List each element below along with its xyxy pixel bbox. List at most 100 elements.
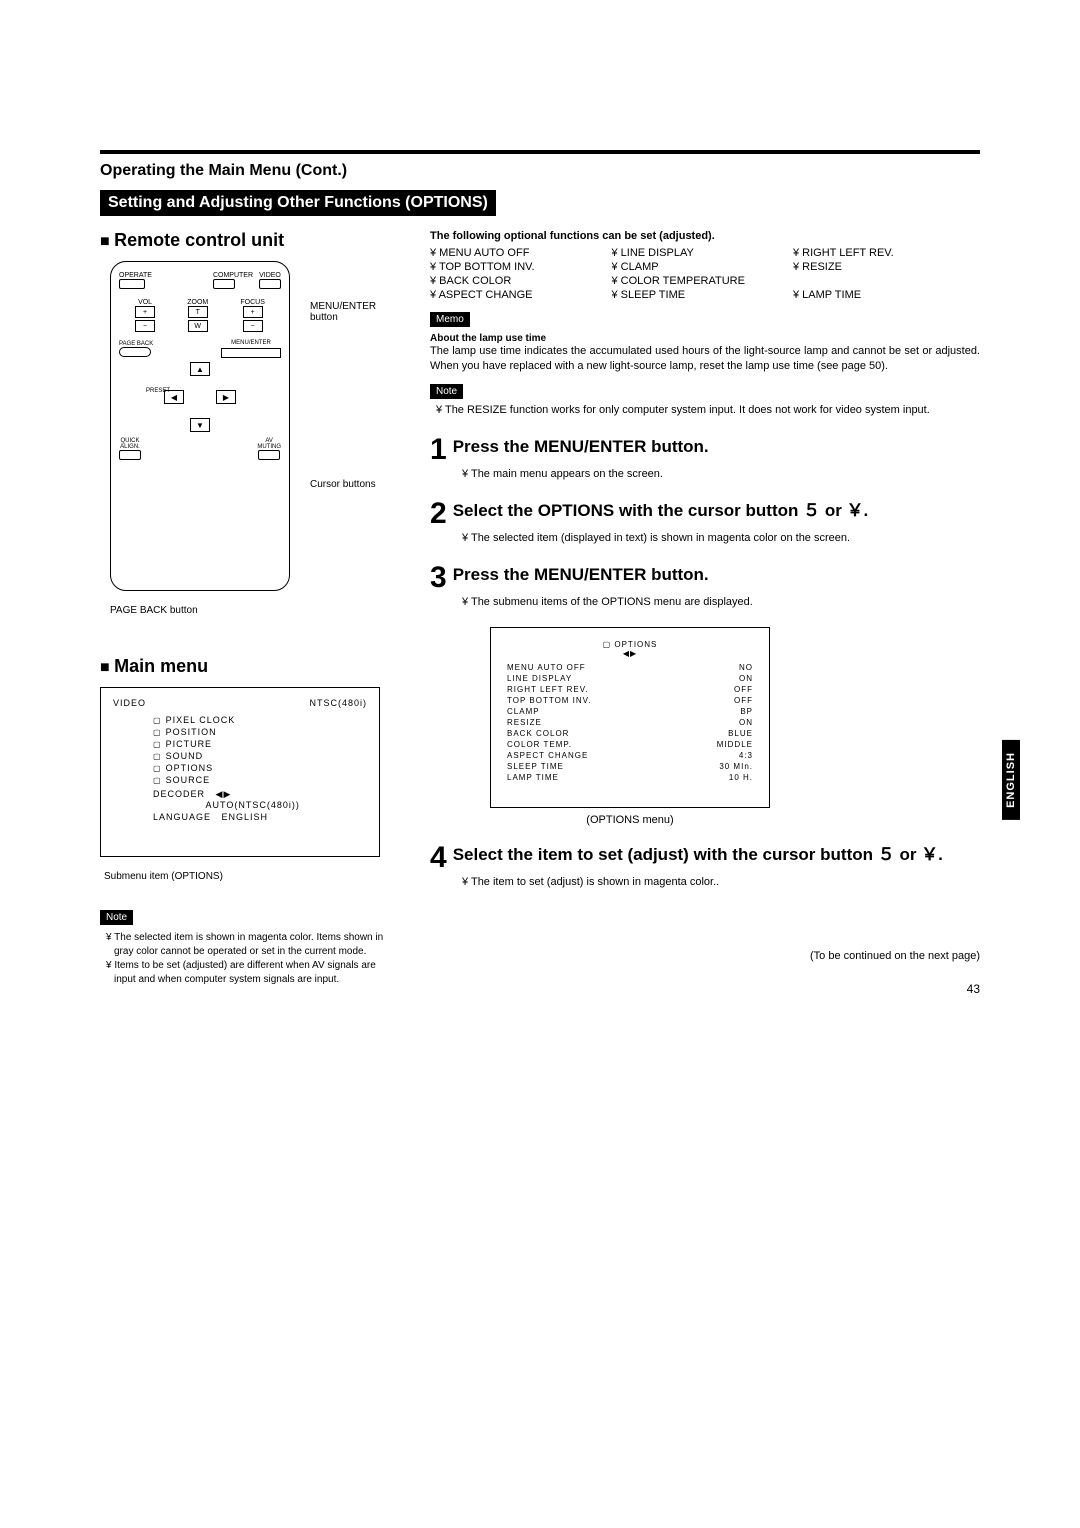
operate-button [119,279,145,289]
step-num-3: 3 [430,564,447,591]
opt: ¥ COLOR TEMPERATURE [612,274,794,288]
vol-minus: − [135,320,155,332]
callout-menu-enter: MENU/ENTERbutton [310,301,376,323]
opt: ¥ ASPECT CHANGE [430,288,612,302]
computer-label: COMPUTER [213,272,253,279]
om-k: LINE DISPLAY [507,674,572,683]
om-k: ASPECT CHANGE [507,751,588,760]
mm-item: POSITION [153,726,367,738]
page-number: 43 [430,982,980,996]
vol-label: VOL [135,299,155,306]
opt: ¥ BACK COLOR [430,274,612,288]
note-tag-left: Note [100,910,133,925]
intro-line: The following optional functions can be … [430,230,980,242]
om-k: SLEEP TIME [507,762,564,771]
om-v: 4:3 [739,751,753,760]
cursor-down: ▼ [190,418,210,432]
step-num-1: 1 [430,436,447,463]
page-banner: Setting and Adjusting Other Functions (O… [100,190,496,216]
section-title: Operating the Main Menu (Cont.) [100,162,980,180]
om-k: CLAMP [507,707,540,716]
zoom-label: ZOOM [187,299,208,306]
video-label: VIDEO [259,272,281,279]
callout-cursor: Cursor buttons [310,479,376,490]
opt: ¥ TOP BOTTOM INV. [430,260,612,274]
av-muting-button [258,450,280,460]
mm-lang-val: ENGLISH [222,812,269,822]
mm-item: SOUND [153,750,367,762]
om-k: MENU AUTO OFF [507,663,586,672]
cursor-dpad: ▲ ▼ ◀ ▶ PRESET [150,362,250,432]
quick-align-label: QUICKALIGN. [119,438,141,450]
om-k: RESIZE [507,718,542,727]
mm-item: PICTURE [153,738,367,750]
opt: ¥ MENU AUTO OFF [430,246,612,260]
mm-decoder-val: AUTO(NTSC(480i)) [206,800,300,810]
zoom-w: W [188,320,208,332]
options-menu-diagram: ▢ OPTIONS◀▶ MENU AUTO OFFNO LINE DISPLAY… [490,627,770,808]
note-tag-right: Note [430,384,463,399]
step-1-body: ¥ The main menu appears on the screen. [462,467,980,482]
memo-body: The lamp use time indicates the accumula… [430,344,980,374]
om-v: ON [739,674,753,683]
mm-ntsc: NTSC(480i) [309,698,367,708]
opt: ¥ RESIZE [793,260,975,274]
av-muting-label: AVMUTING [257,438,281,450]
options-menu-caption: (OPTIONS menu) [490,814,770,826]
mm-decoder-label: DECODER [153,789,205,799]
main-menu-diagram: VIDEO NTSC(480i) PIXEL CLOCK POSITION PI… [100,687,380,857]
om-v: NO [739,663,753,672]
cursor-up: ▲ [190,362,210,376]
page-back-button [119,347,151,357]
om-v: OFF [734,685,753,694]
focus-plus: + [243,306,263,318]
left-note-1: ¥ The selected item is shown in magenta … [100,931,400,959]
remote-heading: ■ Remote control unit [100,230,400,251]
om-k: BACK COLOR [507,729,569,738]
main-menu-caption: Submenu item (OPTIONS) [104,871,400,882]
mm-lang-label: LANGUAGE [153,812,211,822]
om-v: BP [740,707,753,716]
om-v: 10 H. [729,773,753,782]
om-v: MIDDLE [717,740,753,749]
vol-plus: + [135,306,155,318]
menu-enter-button [221,348,281,358]
right-note-body: ¥ The RESIZE function works for only com… [430,403,980,418]
callout-page-back: PAGE BACK button [110,605,400,616]
step-2-body: ¥ The selected item (displayed in text) … [462,531,980,546]
divider [100,150,980,154]
quick-align-button [119,450,141,460]
menu-enter-label: MENU/ENTER [221,340,281,346]
step-num-2: 2 [430,500,447,527]
opt: ¥ LINE DISPLAY [612,246,794,260]
om-v: 30 MIn. [719,762,753,771]
step-4-body: ¥ The item to set (adjust) is shown in m… [462,875,980,890]
opt: ¥ SLEEP TIME [612,288,794,302]
step-2-title: Select the OPTIONS with the cursor butto… [453,500,980,521]
step-4-title: Select the item to set (adjust) with the… [453,844,980,865]
cursor-right: ▶ [216,390,236,404]
om-v: BLUE [728,729,753,738]
preset-label: PRESET [146,388,170,394]
mm-items: PIXEL CLOCK POSITION PICTURE SOUND OPTIO… [153,714,367,786]
om-k: TOP BOTTOM INV. [507,696,592,705]
left-note-2: ¥ Items to be set (adjusted) are differe… [100,959,400,987]
page-back-label: PAGE BACK [119,341,153,347]
remote-control-diagram: OPERATE COMPUTER VIDEO [110,261,290,591]
mm-video: VIDEO [113,698,146,708]
operate-label: OPERATE [119,272,152,279]
om-k: COLOR TEMP. [507,740,572,749]
mm-item: OPTIONS [153,762,367,774]
opt: ¥ RIGHT LEFT REV. [793,246,975,260]
main-menu-heading-text: Main menu [114,656,208,676]
remote-heading-text: Remote control unit [114,230,284,250]
continued-text: (To be continued on the next page) [430,950,980,962]
focus-minus: − [243,320,263,332]
opt [793,274,975,288]
video-button [259,279,281,289]
step-num-4: 4 [430,844,447,871]
mm-item: SOURCE [153,774,367,786]
om-v: ON [739,718,753,727]
om-k: LAMP TIME [507,773,559,782]
om-title: OPTIONS [614,640,657,649]
